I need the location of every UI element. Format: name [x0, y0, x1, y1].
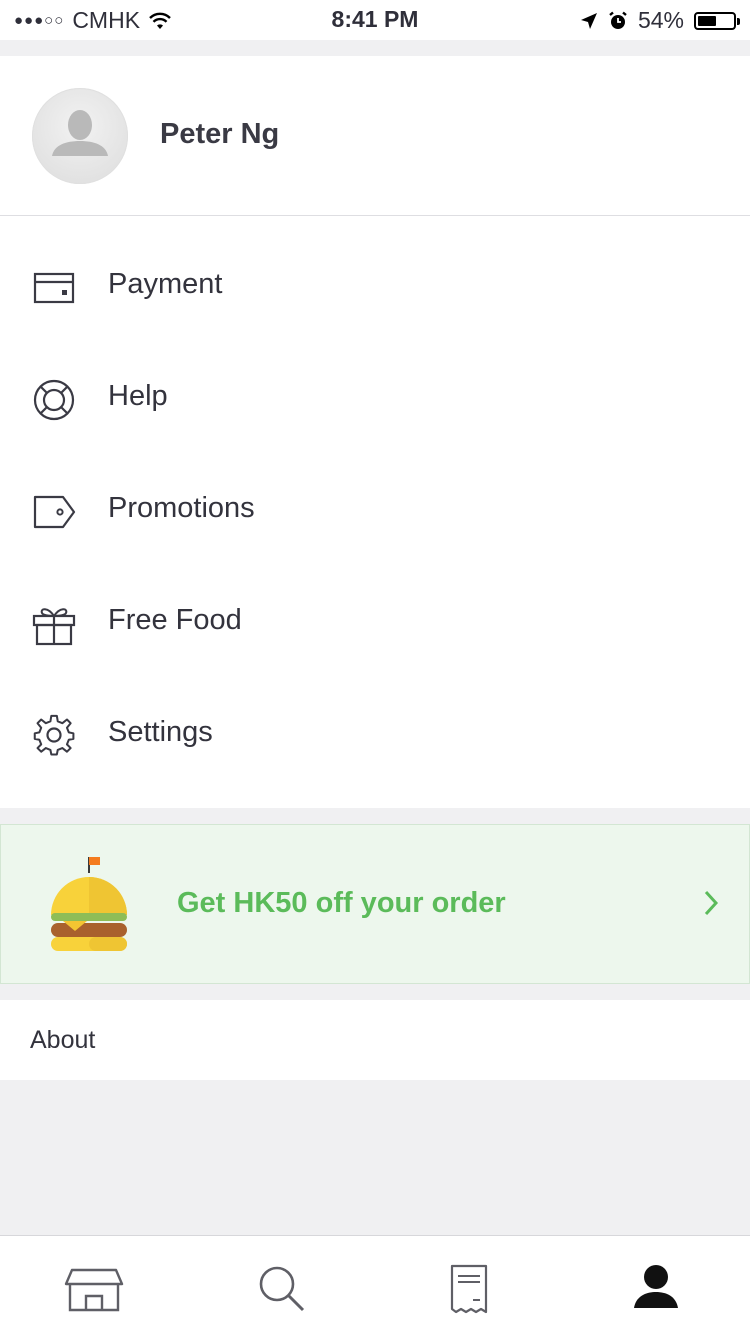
- card-icon: [33, 272, 75, 304]
- about-label: About: [30, 1026, 96, 1054]
- burger-icon: [51, 857, 127, 951]
- battery-icon: [694, 11, 740, 30]
- receipt-icon[interactable]: [440, 1260, 500, 1320]
- chevron-right-icon: [704, 890, 719, 916]
- account-icon[interactable]: [626, 1260, 686, 1320]
- menu-item-promotions[interactable]: Promotions: [0, 456, 750, 568]
- search-icon[interactable]: [253, 1260, 313, 1320]
- menu-item-payment[interactable]: Payment: [0, 232, 750, 344]
- profile-name: Peter Ng: [160, 118, 280, 150]
- alarm-icon: [609, 11, 627, 29]
- battery-percent: 54%: [637, 7, 684, 33]
- menu-item-settings[interactable]: Settings: [0, 680, 750, 792]
- account-menu: Payment Help Promotions Free Food Settin…: [0, 216, 750, 808]
- tag-icon: [33, 495, 76, 529]
- menu-item-help[interactable]: Help: [0, 344, 750, 456]
- avatar[interactable]: [32, 88, 128, 184]
- menu-label-settings: Settings: [108, 716, 213, 748]
- menu-label-free-food: Free Food: [108, 604, 242, 636]
- promo-banner[interactable]: Get HK50 off your order: [0, 824, 750, 984]
- menu-label-promotions: Promotions: [108, 492, 255, 524]
- gift-icon: [32, 608, 76, 646]
- menu-item-free-food[interactable]: Free Food: [0, 568, 750, 680]
- about-row[interactable]: About: [0, 1000, 750, 1080]
- person-silhouette-icon: [52, 110, 108, 156]
- lifebuoy-icon: [33, 379, 75, 421]
- gear-icon: [33, 714, 75, 756]
- status-bar: ●●●○○ CMHK 8:41 PM 54%: [0, 0, 750, 40]
- store-icon[interactable]: [64, 1260, 124, 1320]
- promo-text: Get HK50 off your order: [177, 887, 506, 919]
- location-arrow-icon: [580, 12, 597, 29]
- tab-bar: [0, 1235, 750, 1335]
- menu-label-help: Help: [108, 380, 168, 412]
- menu-label-payment: Payment: [108, 268, 223, 300]
- profile-header[interactable]: Peter Ng: [0, 56, 750, 216]
